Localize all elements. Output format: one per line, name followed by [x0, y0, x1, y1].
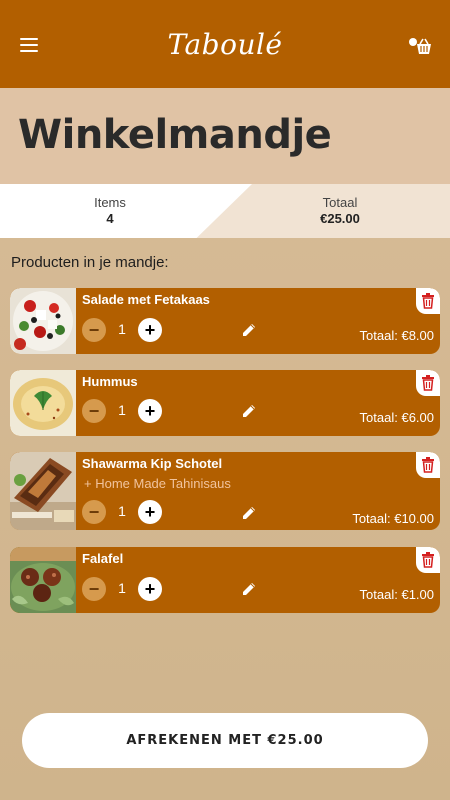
item-name: Shawarma Kip Schotel	[82, 456, 223, 471]
item-name: Falafel	[82, 551, 124, 566]
item-total: Totaal: €8.00	[359, 328, 434, 343]
increase-quantity-button[interactable]: +	[138, 399, 162, 423]
item-name: Salade met Fetakaas	[82, 292, 210, 307]
item-quantity: 1	[118, 503, 126, 519]
item-quantity: 1	[118, 580, 126, 596]
decrease-quantity-button[interactable]: −	[82, 500, 106, 524]
summary-items: Items 4	[60, 195, 160, 227]
item-quantity: 1	[118, 321, 126, 337]
shawarma-photo	[10, 452, 76, 530]
pencil-icon[interactable]	[241, 505, 257, 521]
trash-icon[interactable]	[416, 288, 440, 314]
item-total: Totaal: €6.00	[359, 410, 434, 425]
item-quantity: 1	[118, 402, 126, 418]
cart-summary: Items 4 Totaal €25.00	[0, 184, 450, 238]
pencil-icon[interactable]	[241, 403, 257, 419]
trash-icon[interactable]	[416, 370, 440, 396]
section-label: Producten in je mandje:	[11, 254, 169, 271]
item-name: Hummus	[82, 374, 138, 389]
hamburger-menu-icon[interactable]	[20, 38, 38, 52]
decrease-quantity-button[interactable]: −	[82, 399, 106, 423]
app-logo: Taboulé	[167, 27, 283, 61]
falafel-photo	[10, 547, 76, 613]
cart-item: Hummus − 1 + Totaal: €6.00	[10, 370, 440, 436]
shopping-basket-icon[interactable]	[408, 36, 432, 56]
trash-icon[interactable]	[416, 547, 440, 573]
cart-item: Shawarma Kip Schotel + Home Made Tahinis…	[10, 452, 440, 530]
summary-items-value: 4	[106, 211, 114, 226]
pencil-icon[interactable]	[241, 581, 257, 597]
cart-item: Salade met Fetakaas − 1 + Totaal: €8.00	[10, 288, 440, 354]
title-band: Winkelmandje	[0, 88, 450, 184]
app-header: Taboulé	[0, 0, 450, 88]
increase-quantity-button[interactable]: +	[138, 500, 162, 524]
increase-quantity-button[interactable]: +	[138, 577, 162, 601]
summary-total: Totaal €25.00	[290, 195, 390, 227]
hummus-photo	[10, 370, 76, 436]
trash-icon[interactable]	[416, 452, 440, 478]
item-extra: + Home Made Tahinisaus	[84, 476, 231, 491]
item-total: Totaal: €10.00	[352, 511, 434, 526]
summary-total-value: €25.00	[320, 211, 360, 226]
pencil-icon[interactable]	[241, 322, 257, 338]
salad-photo	[10, 288, 76, 354]
increase-quantity-button[interactable]: +	[138, 318, 162, 342]
summary-items-label: Items	[94, 195, 126, 210]
decrease-quantity-button[interactable]: −	[82, 577, 106, 601]
summary-total-label: Totaal	[322, 195, 358, 210]
decrease-quantity-button[interactable]: −	[82, 318, 106, 342]
checkout-button[interactable]: AFREKENEN MET €25.00	[22, 713, 428, 768]
item-total: Totaal: €1.00	[359, 587, 434, 602]
page-title: Winkelmandje	[18, 112, 332, 158]
cart-item: Falafel − 1 + Totaal: €1.00	[10, 547, 440, 613]
